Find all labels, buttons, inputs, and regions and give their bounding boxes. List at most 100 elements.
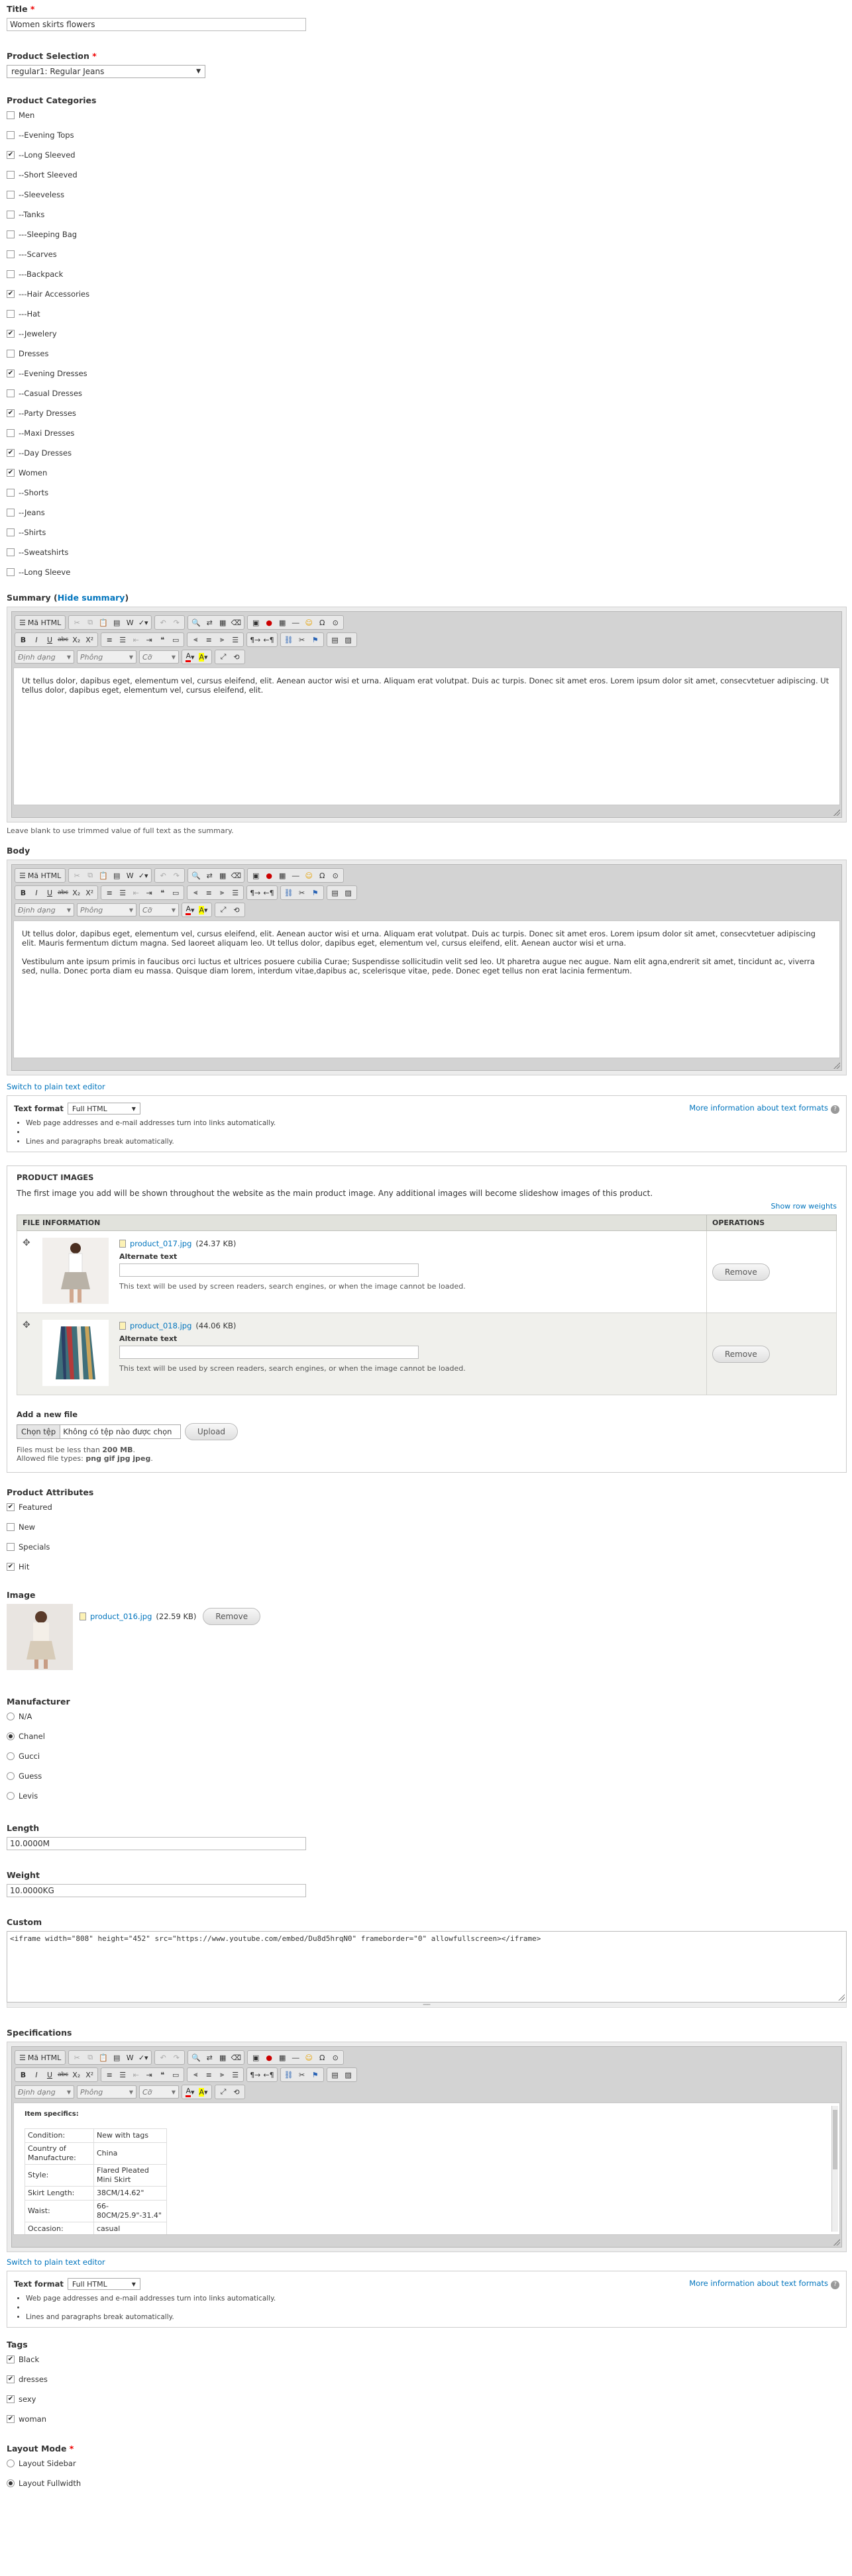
show-blocks-icon[interactable]: ⟲: [230, 2086, 243, 2098]
remove-format-icon[interactable]: ⌫: [229, 617, 242, 628]
underline-button[interactable]: U: [43, 2069, 56, 2081]
strike-button[interactable]: abc: [56, 634, 70, 646]
category-item[interactable]: Men: [7, 105, 847, 125]
link-icon[interactable]: ⛓: [282, 887, 295, 899]
radio-icon[interactable]: [7, 1752, 15, 1760]
superscript-button[interactable]: X²: [83, 634, 96, 646]
paste-word-icon[interactable]: W: [123, 617, 136, 628]
checkbox-icon[interactable]: [7, 230, 15, 238]
category-item[interactable]: ✔ --Party Dresses: [7, 403, 847, 423]
maximize-icon[interactable]: ⤢: [217, 904, 230, 916]
align-right-icon[interactable]: ⫸: [215, 2069, 229, 2081]
underline-button[interactable]: U: [43, 887, 56, 899]
special-char-icon[interactable]: Ω: [315, 2052, 329, 2063]
flash-icon[interactable]: ●: [262, 869, 276, 881]
smiley-icon[interactable]: ☺: [302, 869, 315, 881]
unlink-icon[interactable]: ✂: [295, 887, 309, 899]
unlink-icon[interactable]: ✂: [295, 634, 309, 646]
link-icon[interactable]: ⛓: [282, 634, 295, 646]
subscript-button[interactable]: X₂: [70, 887, 83, 899]
category-item[interactable]: Dresses: [7, 344, 847, 364]
find-icon[interactable]: 🔍: [189, 869, 203, 881]
custom-textarea[interactable]: <iframe width="808" height="452" src="ht…: [7, 1931, 847, 2003]
show-blocks-icon[interactable]: ⟲: [230, 904, 243, 916]
category-item[interactable]: --Maxi Dresses: [7, 423, 847, 443]
checkbox-icon[interactable]: [7, 509, 15, 517]
div-icon[interactable]: ▭: [169, 634, 182, 646]
subscript-button[interactable]: X₂: [70, 2069, 83, 2081]
image-file-link[interactable]: product_016.jpg: [90, 1612, 152, 1621]
size-combo[interactable]: Cỡ ▼: [139, 903, 179, 916]
category-item[interactable]: ✔ Women: [7, 463, 847, 483]
checkbox-icon[interactable]: [7, 211, 15, 219]
superscript-button[interactable]: X²: [83, 2069, 96, 2081]
remove-button[interactable]: Remove: [712, 1263, 770, 1281]
spellcheck-icon[interactable]: ✓▾: [136, 2052, 150, 2063]
checkbox-icon[interactable]: [7, 568, 15, 576]
image-icon[interactable]: ▣: [249, 869, 262, 881]
category-item[interactable]: --Long Sleeve: [7, 562, 847, 582]
show-row-weights-link[interactable]: Show row weights: [771, 1202, 837, 1211]
summary-editor-content[interactable]: ▲ Ut tellus dolor, dapibus eget, element…: [13, 668, 840, 805]
checked-checkbox-icon[interactable]: ✔: [7, 2375, 15, 2383]
checked-checkbox-icon[interactable]: ✔: [7, 290, 15, 298]
resize-grip-icon[interactable]: [833, 1062, 840, 1069]
strike-button[interactable]: abc: [56, 887, 70, 899]
select-all-icon[interactable]: ▦: [216, 617, 229, 628]
checked-checkbox-icon[interactable]: ✔: [7, 1563, 15, 1571]
body-editor-content[interactable]: ▲ Ut tellus dolor, dapibus eget, element…: [13, 920, 840, 1058]
media-icon[interactable]: ▨: [342, 887, 355, 899]
checked-checkbox-icon[interactable]: ✔: [7, 151, 15, 159]
paste-text-icon[interactable]: ▤: [110, 2052, 123, 2063]
anchor-icon[interactable]: ⚑: [309, 2069, 322, 2081]
redo-icon[interactable]: ↷: [170, 617, 183, 628]
checkbox-icon[interactable]: [7, 191, 15, 199]
category-item[interactable]: ✔ --Evening Dresses: [7, 364, 847, 383]
italic-button[interactable]: I: [30, 887, 43, 899]
attribute-item[interactable]: New: [7, 1517, 847, 1537]
bold-button[interactable]: B: [17, 2069, 30, 2081]
category-item[interactable]: --Shirts: [7, 522, 847, 542]
page-break-icon[interactable]: ⊙: [329, 2052, 342, 2063]
copy-icon[interactable]: ⧉: [83, 617, 97, 628]
bulleted-list-icon[interactable]: ☰: [116, 634, 129, 646]
link-icon[interactable]: ⛓: [282, 2069, 295, 2081]
tag-item[interactable]: ✔ dresses: [7, 2369, 847, 2389]
cut-icon[interactable]: ✂: [70, 2052, 83, 2063]
maximize-icon[interactable]: ⤢: [217, 651, 230, 663]
product-selection-select[interactable]: regular1: Regular Jeans ▼: [7, 65, 205, 78]
more-info-text-formats-link[interactable]: More information about text formats: [689, 1103, 828, 1113]
outdent-icon[interactable]: ⇤: [129, 2069, 142, 2081]
cut-icon[interactable]: ✂: [70, 869, 83, 881]
align-left-icon[interactable]: ⫷: [189, 634, 202, 646]
special-char-icon[interactable]: Ω: [315, 617, 329, 628]
replace-icon[interactable]: ⇄: [203, 2052, 216, 2063]
layout-mode-option[interactable]: Layout Sidebar: [7, 2453, 847, 2473]
category-item[interactable]: ✔ --Jewelery: [7, 324, 847, 344]
attribute-item[interactable]: ✔ Featured: [7, 1497, 847, 1517]
undo-icon[interactable]: ↶: [156, 869, 170, 881]
switch-plain-text-link[interactable]: Switch to plain text editor: [7, 1082, 105, 1091]
smiley-icon[interactable]: ☺: [302, 617, 315, 628]
anchor-icon[interactable]: ⚑: [309, 634, 322, 646]
format-combo[interactable]: Định dạng ▼: [15, 2085, 74, 2099]
checkbox-icon[interactable]: [7, 171, 15, 179]
checkbox-icon[interactable]: [7, 111, 15, 119]
category-item[interactable]: --Tanks: [7, 205, 847, 224]
checkbox-icon[interactable]: [7, 131, 15, 139]
align-left-icon[interactable]: ⫷: [189, 887, 202, 899]
flash-icon[interactable]: ●: [262, 2052, 276, 2063]
find-icon[interactable]: 🔍: [189, 2052, 203, 2063]
category-item[interactable]: ✔ ---Hair Accessories: [7, 284, 847, 304]
ltr-icon[interactable]: ¶→: [248, 634, 262, 646]
choose-file-button[interactable]: Chọn tệp: [17, 1425, 61, 1438]
strike-button[interactable]: abc: [56, 2069, 70, 2081]
format-combo[interactable]: Định dạng ▼: [15, 903, 74, 916]
checkbox-icon[interactable]: [7, 528, 15, 536]
rtl-icon[interactable]: ←¶: [262, 634, 275, 646]
font-combo[interactable]: Phông ▼: [77, 650, 136, 664]
spellcheck-icon[interactable]: ✓▾: [136, 617, 150, 628]
checked-checkbox-icon[interactable]: ✔: [7, 1503, 15, 1511]
checked-checkbox-icon[interactable]: ✔: [7, 469, 15, 477]
title-input[interactable]: [7, 18, 306, 31]
